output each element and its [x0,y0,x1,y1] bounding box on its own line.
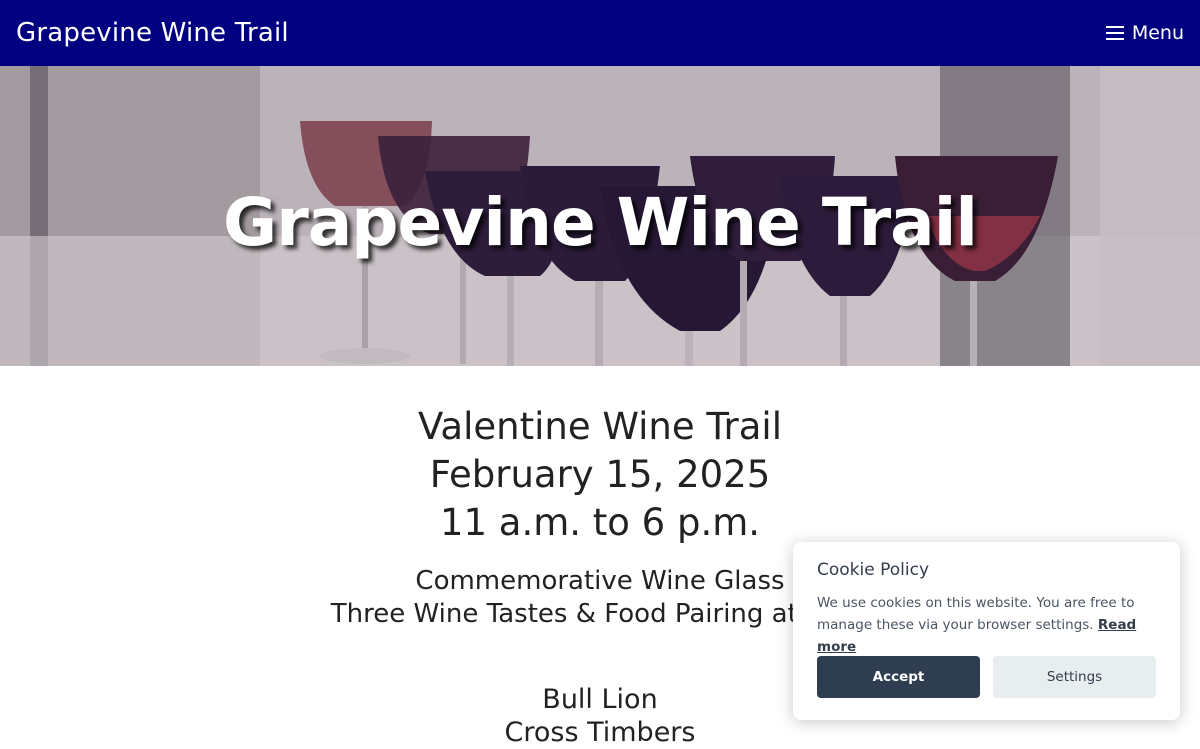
menu-button[interactable]: Menu [1105,22,1184,44]
cookie-text: We use cookies on this website. You are … [817,595,1135,633]
event-date: February 15, 2025 [429,453,771,496]
menu-label: Menu [1131,22,1184,44]
hamburger-menu-icon [1105,26,1124,40]
settings-button[interactable]: Settings [993,656,1156,698]
hero-banner: Grapevine Wine Trail [0,66,1200,366]
event-time: 11 a.m. to 6 p.m. [439,501,761,544]
winery-item: Cross Timbers [504,717,696,748]
event-name: Valentine Wine Trail [417,405,782,448]
cookie-title: Cookie Policy [817,560,930,580]
site-title-link[interactable]: Grapevine Wine Trail [16,18,289,48]
cookie-actions: Accept Settings [817,656,1156,698]
top-navigation-bar: Grapevine Wine Trail Menu [0,0,1200,66]
cookie-description: We use cookies on this website. You are … [817,592,1156,658]
accept-button[interactable]: Accept [817,656,980,698]
cookie-consent-banner: Cookie Policy We use cookies on this web… [793,542,1180,720]
hero-title: Grapevine Wine Trail [223,184,978,261]
